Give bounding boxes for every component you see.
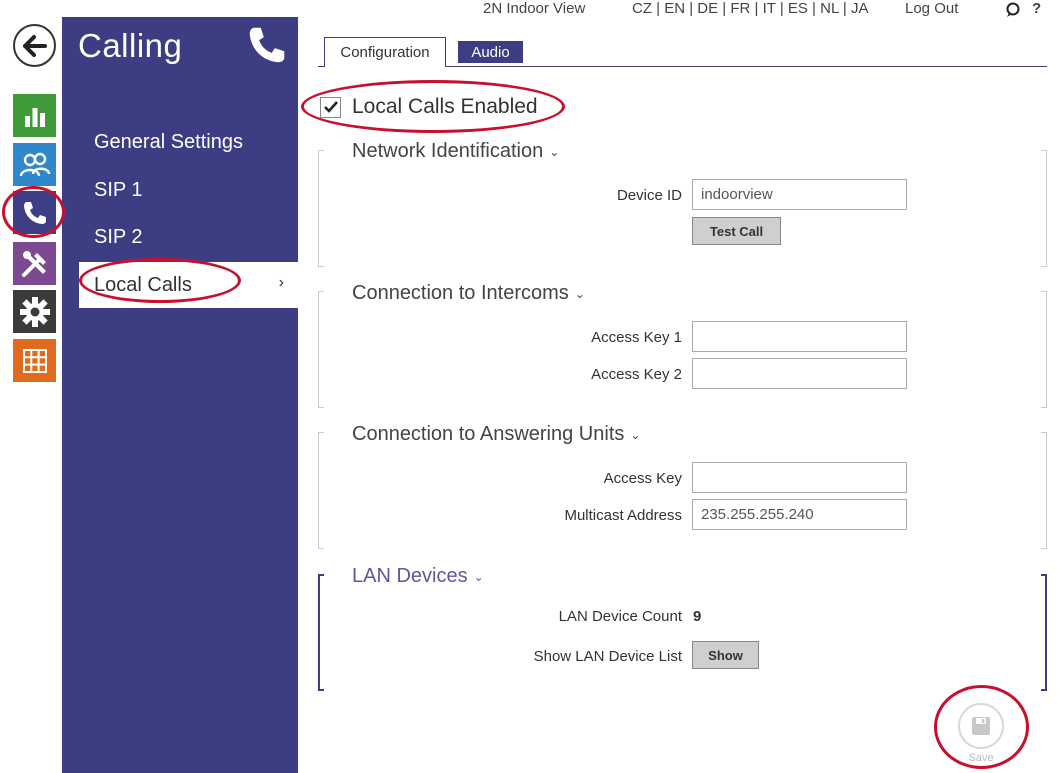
side-menu: Calling General Settings SIP 1 SIP 2 Loc…: [62, 17, 298, 773]
device-id-input[interactable]: indoorview: [692, 179, 907, 210]
section-title: Connection to Answering Units: [352, 423, 625, 445]
section-title: Network Identification: [352, 140, 544, 162]
section-connection-intercoms[interactable]: Connection to Intercoms ⌄: [352, 282, 585, 305]
access-key-label: Access Key: [603, 470, 682, 487]
device-id-label: Device ID: [616, 187, 682, 204]
local-calls-enabled-row[interactable]: Local Calls Enabled: [320, 95, 538, 119]
chevron-down-icon: ⌄: [549, 144, 560, 159]
save-button[interactable]: [958, 703, 1004, 749]
show-lan-device-list-label: Show LAN Device List: [533, 648, 682, 665]
page-title: Calling: [78, 27, 183, 64]
logout-link[interactable]: Log Out: [905, 0, 958, 17]
tab-configuration[interactable]: Configuration: [324, 37, 446, 67]
calling-phone-icon[interactable]: [13, 191, 56, 234]
language-selector[interactable]: CZ | EN | DE | FR | IT | ES | NL | JA: [632, 0, 868, 17]
chevron-down-icon: ⌄: [630, 427, 641, 442]
back-arrow-icon[interactable]: [13, 24, 56, 67]
sidebar-item-label: Local Calls: [94, 273, 192, 296]
lan-device-count-label: LAN Device Count: [558, 608, 682, 625]
section-bracket: [1041, 291, 1047, 408]
icon-rail: [0, 0, 62, 773]
feedback-bubble-icon[interactable]: [1005, 2, 1021, 22]
local-calls-enabled-checkbox[interactable]: [320, 96, 341, 118]
section-bracket: [318, 574, 324, 691]
section-bracket: [1041, 432, 1047, 549]
access-key-1-label: Access Key 1: [591, 329, 682, 346]
access-key-input[interactable]: [692, 462, 907, 493]
phone-icon: [245, 23, 289, 67]
chevron-right-icon: ›: [278, 274, 284, 291]
directory-users-icon[interactable]: [13, 143, 56, 186]
help-icon[interactable]: ?: [1032, 0, 1041, 17]
section-connection-answering-units[interactable]: Connection to Answering Units ⌄: [352, 423, 640, 446]
tab-divider: [446, 66, 1047, 67]
hardware-gear-icon[interactable]: [13, 290, 56, 333]
access-key-2-input[interactable]: [692, 358, 907, 389]
test-call-button[interactable]: Test Call: [692, 217, 781, 245]
multicast-address-label: Multicast Address: [564, 507, 682, 524]
access-key-2-label: Access Key 2: [591, 366, 682, 383]
chevron-down-icon: ⌄: [473, 569, 484, 584]
local-calls-enabled-label: Local Calls Enabled: [352, 95, 538, 118]
multicast-address-input[interactable]: 235.255.255.240: [692, 499, 907, 530]
sidebar-item-sip1[interactable]: SIP 1: [62, 167, 298, 213]
section-bracket: [318, 291, 324, 408]
status-chart-icon[interactable]: [13, 94, 56, 137]
section-bracket: [318, 432, 324, 549]
device-name: 2N Indoor View: [483, 0, 586, 17]
chevron-down-icon: ⌄: [574, 286, 585, 301]
section-bracket: [1041, 150, 1047, 267]
sidebar-item-local-calls[interactable]: Local Calls ›: [79, 262, 298, 308]
section-bracket: [318, 150, 324, 267]
section-title: Connection to Intercoms: [352, 282, 569, 304]
section-title: LAN Devices: [352, 565, 468, 587]
section-lan-devices[interactable]: LAN Devices ⌄: [352, 565, 484, 588]
show-lan-devices-button[interactable]: Show: [692, 641, 759, 669]
sidebar-item-general-settings[interactable]: General Settings: [62, 119, 298, 165]
section-bracket: [1041, 574, 1047, 691]
system-grid-icon[interactable]: [13, 339, 56, 382]
services-tools-icon[interactable]: [13, 242, 56, 285]
save-label: Save: [968, 752, 994, 764]
tab-audio[interactable]: Audio: [458, 41, 523, 63]
sidebar-item-sip2[interactable]: SIP 2: [62, 214, 298, 260]
access-key-1-input[interactable]: [692, 321, 907, 352]
floppy-disk-icon: [972, 717, 990, 735]
lan-device-count-value: 9: [693, 608, 702, 625]
section-network-identification[interactable]: Network Identification ⌄: [352, 140, 559, 163]
